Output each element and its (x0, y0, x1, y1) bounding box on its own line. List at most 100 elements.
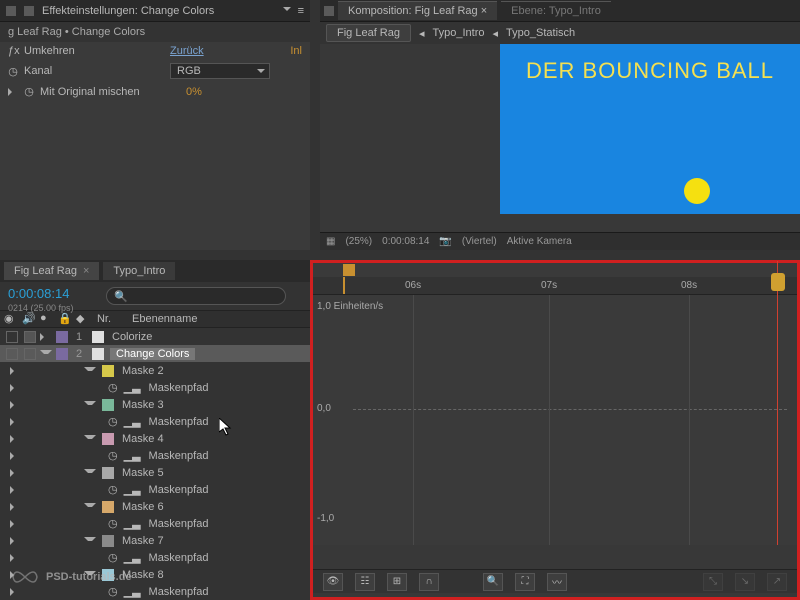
tag-icon[interactable]: ◆ (76, 312, 90, 326)
key-nav-icon[interactable] (10, 520, 22, 528)
label-color[interactable] (56, 348, 68, 360)
effect-prop-mitoriginal[interactable]: ◷ Mit Original mischen 0% (0, 82, 310, 101)
current-time[interactable]: 0:00:08:14 (0, 282, 100, 305)
work-area-bar[interactable] (313, 263, 797, 277)
graph-icon[interactable]: ▁▃ (124, 415, 141, 428)
mask-name[interactable]: Maske 2 (120, 365, 164, 377)
twirl-icon[interactable] (84, 401, 96, 409)
layer-name[interactable]: Colorize (110, 331, 152, 343)
graph-area[interactable]: 1,0 Einheiten/s 0,0 -1,0 (313, 295, 797, 545)
twirl-icon[interactable] (84, 367, 96, 375)
effect-prop-umkehren[interactable]: ƒx Umkehren Zurück Inl (0, 42, 310, 60)
mask-prop-name[interactable]: Maskenpfad (147, 484, 209, 496)
nav-item-1[interactable]: Typo_Intro (433, 27, 485, 39)
close-icon[interactable]: × (83, 265, 89, 277)
speaker-icon[interactable]: 🔊 (22, 312, 36, 326)
effects-panel-tab[interactable]: Effekteinstellungen: Change Colors ≡ (0, 0, 310, 22)
stopwatch-icon[interactable]: ◷ (108, 483, 118, 496)
ease-icon[interactable]: ⤡ (703, 573, 723, 591)
key-nav-icon[interactable] (10, 401, 22, 409)
nav-item-2[interactable]: Typo_Statisch (506, 27, 575, 39)
lock-icon[interactable]: 🔒 (58, 312, 72, 326)
viewer-time[interactable]: 0:00:08:14 (382, 236, 429, 247)
visibility-checkbox[interactable] (6, 348, 18, 360)
playhead-icon[interactable] (771, 273, 785, 291)
graph-icon[interactable]: ▁▃ (124, 483, 141, 496)
ease-in-icon[interactable]: ↘ (735, 573, 755, 591)
twirl-icon[interactable] (40, 350, 52, 358)
twirl-icon[interactable] (84, 537, 96, 545)
stopwatch-icon[interactable]: ◷ (24, 85, 34, 98)
mask-prop-name[interactable]: Maskenpfad (147, 416, 209, 428)
stopwatch-icon[interactable]: ◷ (108, 415, 118, 428)
mask-color[interactable] (102, 501, 114, 513)
twirl-icon[interactable] (84, 435, 96, 443)
twirl-icon[interactable] (84, 503, 96, 511)
mask-name[interactable]: Maske 7 (120, 535, 164, 547)
expand-icon[interactable] (8, 88, 18, 96)
ease-out-icon[interactable]: ↗ (767, 573, 787, 591)
key-nav-icon[interactable] (10, 367, 22, 375)
time-ruler[interactable]: 06s 07s 08s (313, 277, 797, 295)
eye-icon[interactable]: 👁 (323, 573, 343, 591)
twirl-icon[interactable] (40, 333, 52, 341)
mask-name[interactable]: Maske 6 (120, 501, 164, 513)
lock-checkbox[interactable] (24, 331, 36, 343)
timeline-tab-1[interactable]: Typo_Intro (103, 262, 175, 280)
stopwatch-icon[interactable]: ◷ (108, 449, 118, 462)
lock-checkbox[interactable] (24, 348, 36, 360)
graph-icon[interactable]: ▁▃ (124, 381, 141, 394)
magnet-icon[interactable]: ∩ (419, 573, 439, 591)
search-input[interactable] (106, 287, 286, 305)
key-nav-icon[interactable] (10, 537, 22, 545)
mask-color[interactable] (102, 467, 114, 479)
cti-marker[interactable] (343, 277, 345, 294)
key-nav-icon[interactable] (10, 503, 22, 511)
mask-prop-name[interactable]: Maskenpfad (147, 450, 209, 462)
snap-icon[interactable]: ⊞ (387, 573, 407, 591)
camera-icon[interactable]: 📷 (439, 236, 451, 247)
mask-prop-name[interactable]: Maskenpfad (147, 552, 209, 564)
key-nav-icon[interactable] (10, 469, 22, 477)
auto-bezier-icon[interactable]: 〰 (547, 573, 567, 591)
key-nav-icon[interactable] (10, 486, 22, 494)
key-nav-icon[interactable] (10, 452, 22, 460)
mask-color[interactable] (102, 535, 114, 547)
mask-name[interactable]: Maske 3 (120, 399, 164, 411)
stopwatch-icon[interactable]: ◷ (108, 517, 118, 530)
viewer-res[interactable]: (Viertel) (462, 236, 497, 247)
work-area-start[interactable] (343, 264, 355, 276)
mask-color[interactable] (102, 433, 114, 445)
stopwatch-icon[interactable]: ◷ (8, 65, 18, 78)
fit-icon[interactable]: ⛶ (515, 573, 535, 591)
graph-icon[interactable]: ▁▃ (124, 517, 141, 530)
comp-tab-layer[interactable]: Ebene: Typo_Intro (501, 1, 611, 20)
nav-item-0[interactable]: Fig Leaf Rag (326, 24, 411, 42)
close-icon[interactable]: × (481, 5, 487, 17)
eye-icon[interactable]: ◉ (4, 312, 18, 326)
graph-icon[interactable]: ▁▃ (124, 449, 141, 462)
viewer-cam[interactable]: Aktive Kamera (507, 236, 572, 247)
mask-color[interactable] (102, 365, 114, 377)
twirl-icon[interactable] (84, 469, 96, 477)
mask-prop-name[interactable]: Maskenpfad (147, 586, 209, 598)
solo-icon[interactable]: ● (40, 312, 54, 326)
panel-menu[interactable]: ≡ (283, 5, 304, 17)
layer-name[interactable]: Change Colors (110, 348, 195, 360)
zoom-icon[interactable]: 🔍 (483, 573, 503, 591)
kanal-dropdown[interactable]: RGB (170, 63, 270, 79)
label-color[interactable] (56, 331, 68, 343)
mask-name[interactable]: Maske 4 (120, 433, 164, 445)
timeline-tab-0[interactable]: Fig Leaf Rag× (4, 262, 99, 280)
zoom-value[interactable]: (25%) (345, 236, 372, 247)
mask-prop-name[interactable]: Maskenpfad (147, 518, 209, 530)
mask-color[interactable] (102, 399, 114, 411)
graph-type-icon[interactable]: ☷ (355, 573, 375, 591)
key-nav-icon[interactable] (10, 384, 22, 392)
key-nav-icon[interactable] (10, 435, 22, 443)
comp-viewer[interactable]: DER BOUNCING BALL (320, 44, 800, 232)
key-nav-icon[interactable] (10, 554, 22, 562)
mask-prop-name[interactable]: Maskenpfad (147, 382, 209, 394)
visibility-checkbox[interactable] (6, 331, 18, 343)
key-nav-icon[interactable] (10, 418, 22, 426)
